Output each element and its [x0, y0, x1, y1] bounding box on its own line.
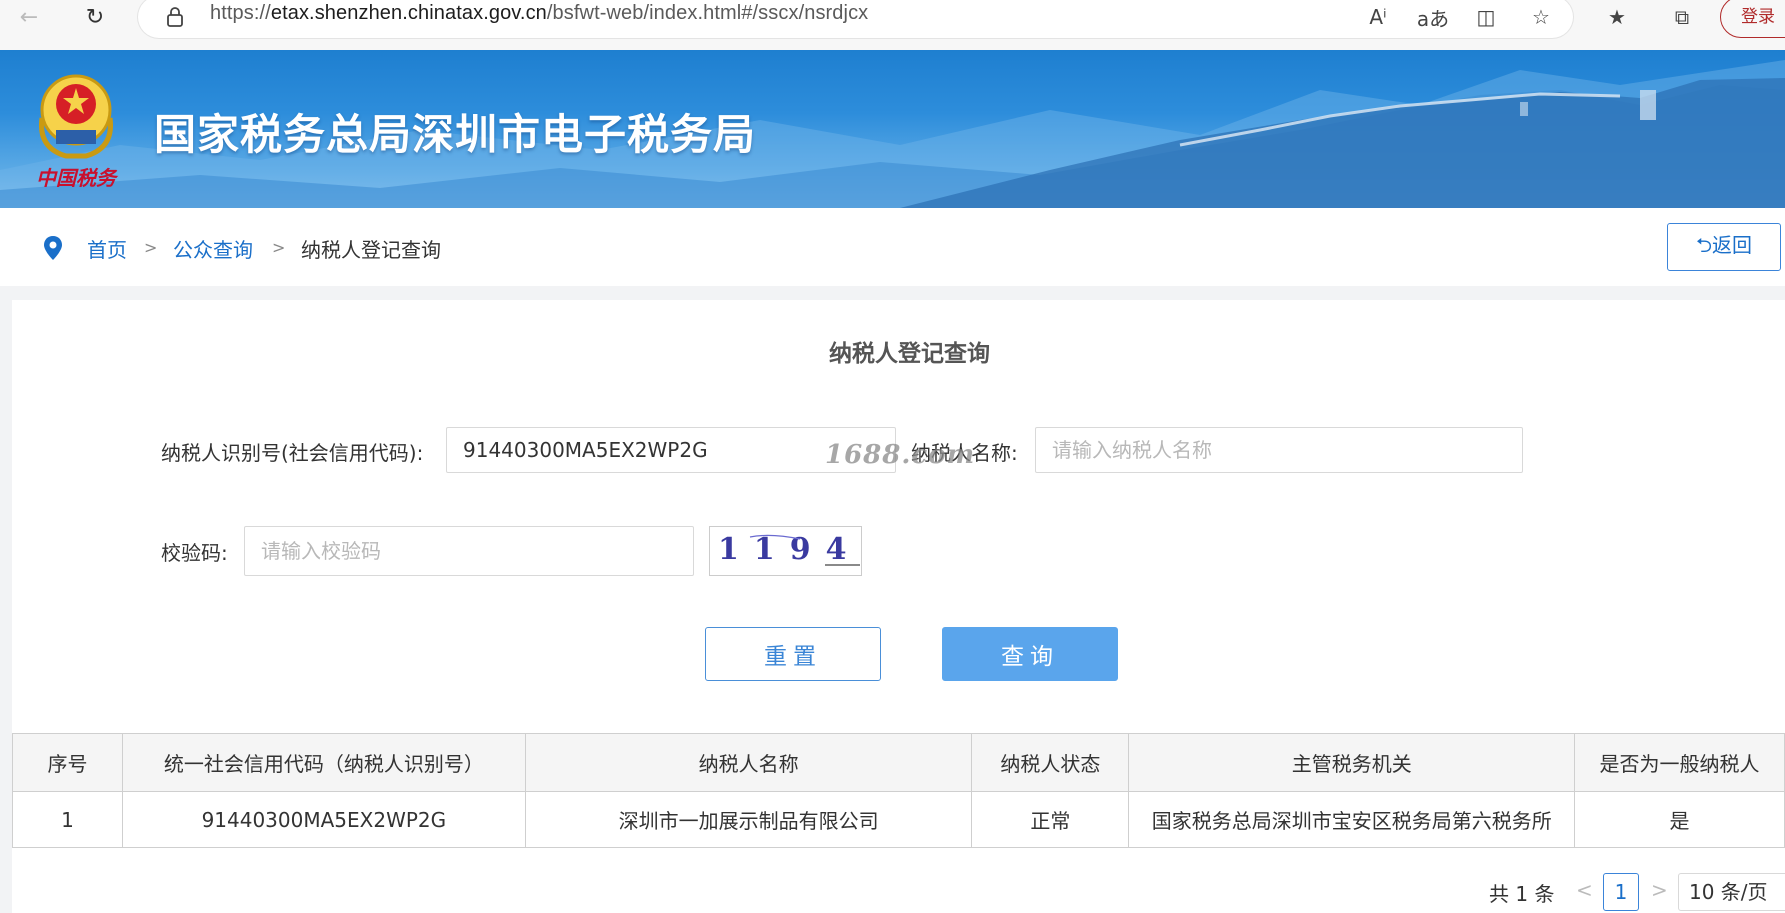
- breadcrumb-separator: >: [144, 238, 158, 257]
- table-row: 1 91440300MA5EX2WP2G 深圳市一加展示制品有限公司 正常 国家…: [12, 791, 1785, 848]
- url-prefix: https://: [210, 2, 271, 24]
- pagination-total: 共 1 条: [1489, 882, 1555, 906]
- captcha-label: 校验码:: [161, 541, 228, 565]
- location-pin-icon: [44, 236, 62, 260]
- refresh-icon[interactable]: ↻: [78, 2, 112, 32]
- reset-button[interactable]: 重置: [705, 627, 881, 681]
- cell-general-taxpayer: 是: [1574, 791, 1785, 848]
- page-number-button[interactable]: 1: [1603, 873, 1639, 911]
- prev-page-icon[interactable]: <: [1576, 878, 1593, 902]
- cell-tax-authority: 国家税务总局深圳市宝安区税务局第六税务所: [1128, 791, 1576, 848]
- breadcrumb-public-query[interactable]: 公众查询: [173, 234, 253, 263]
- read-aloud-icon[interactable]: Aⁱ: [1361, 2, 1395, 32]
- column-header: 纳税人状态: [971, 733, 1130, 792]
- next-page-icon[interactable]: >: [1651, 878, 1668, 902]
- breadcrumb-current: 纳税人登记查询: [301, 238, 441, 262]
- browser-toolbar: ← ↻ https://etax.shenzhen.chinatax.gov.c…: [0, 0, 1785, 50]
- page-title: 纳税人登记查询: [829, 341, 990, 367]
- tax-emblem-icon: [39, 74, 113, 159]
- translate-icon[interactable]: aあ: [1416, 2, 1450, 32]
- column-header: 是否为一般纳税人: [1574, 733, 1785, 792]
- site-title: 国家税务总局深圳市电子税务局: [154, 110, 757, 159]
- collections-icon[interactable]: ⧉: [1665, 2, 1699, 32]
- captcha-input[interactable]: 请输入校验码: [244, 526, 694, 576]
- taxpayer-name-input[interactable]: 请输入纳税人名称: [1035, 427, 1523, 473]
- split-screen-icon[interactable]: ◫: [1469, 2, 1503, 32]
- cell-credit-code: 91440300MA5EX2WP2G: [121, 791, 526, 848]
- column-header: 序号: [12, 733, 123, 792]
- cell-status: 正常: [971, 791, 1130, 848]
- captcha-image[interactable]: 1194: [709, 526, 862, 576]
- column-header: 主管税务机关: [1128, 733, 1576, 792]
- url-host: etax.shenzhen.chinatax.gov.cn: [270, 2, 547, 24]
- result-table: 序号 统一社会信用代码（纳税人识别号） 纳税人名称 纳税人状态 主管税务机关 是…: [12, 733, 1785, 848]
- column-header: 纳税人名称: [524, 733, 973, 792]
- breadcrumb: 首页 > 公众查询 > 纳税人登记查询 ⮌返回: [0, 208, 1785, 286]
- column-header: 统一社会信用代码（纳税人识别号）: [121, 733, 526, 792]
- site-banner: 中国税务 国家税务总局深圳市电子税务局: [0, 50, 1785, 208]
- emblem-text: 中国税务: [36, 166, 116, 190]
- back-arrow-icon[interactable]: ←: [12, 2, 46, 32]
- breadcrumb-home[interactable]: 首页: [87, 234, 127, 263]
- favorites-icon[interactable]: ★: [1600, 2, 1634, 32]
- watermark: 1688.com: [825, 440, 976, 470]
- lock-icon: [167, 7, 183, 27]
- login-button[interactable]: 登录: [1720, 0, 1785, 38]
- table-header-row: 序号 统一社会信用代码（纳税人识别号） 纳税人名称 纳税人状态 主管税务机关 是…: [12, 733, 1785, 792]
- page-size-select[interactable]: 10 条/页: [1678, 873, 1785, 911]
- back-button[interactable]: ⮌返回: [1667, 223, 1781, 271]
- url-path: /bsfwt-web/index.html#/sscx/nsrdjcx: [546, 2, 869, 24]
- taxpayer-id-label: 纳税人识别号(社会信用代码):: [161, 441, 424, 465]
- cell-index: 1: [12, 791, 123, 848]
- captcha-graphic: 1194: [718, 532, 860, 567]
- cell-taxpayer-name: 深圳市一加展示制品有限公司: [524, 791, 973, 848]
- breadcrumb-separator: >: [272, 238, 286, 257]
- query-button[interactable]: 查询: [942, 627, 1118, 681]
- url-text: https://etax.shenzhen.chinatax.gov.cn/bs…: [210, 2, 868, 25]
- add-favorite-icon[interactable]: ☆: [1524, 2, 1558, 32]
- address-bar[interactable]: https://etax.shenzhen.chinatax.gov.cn/bs…: [138, 0, 1573, 38]
